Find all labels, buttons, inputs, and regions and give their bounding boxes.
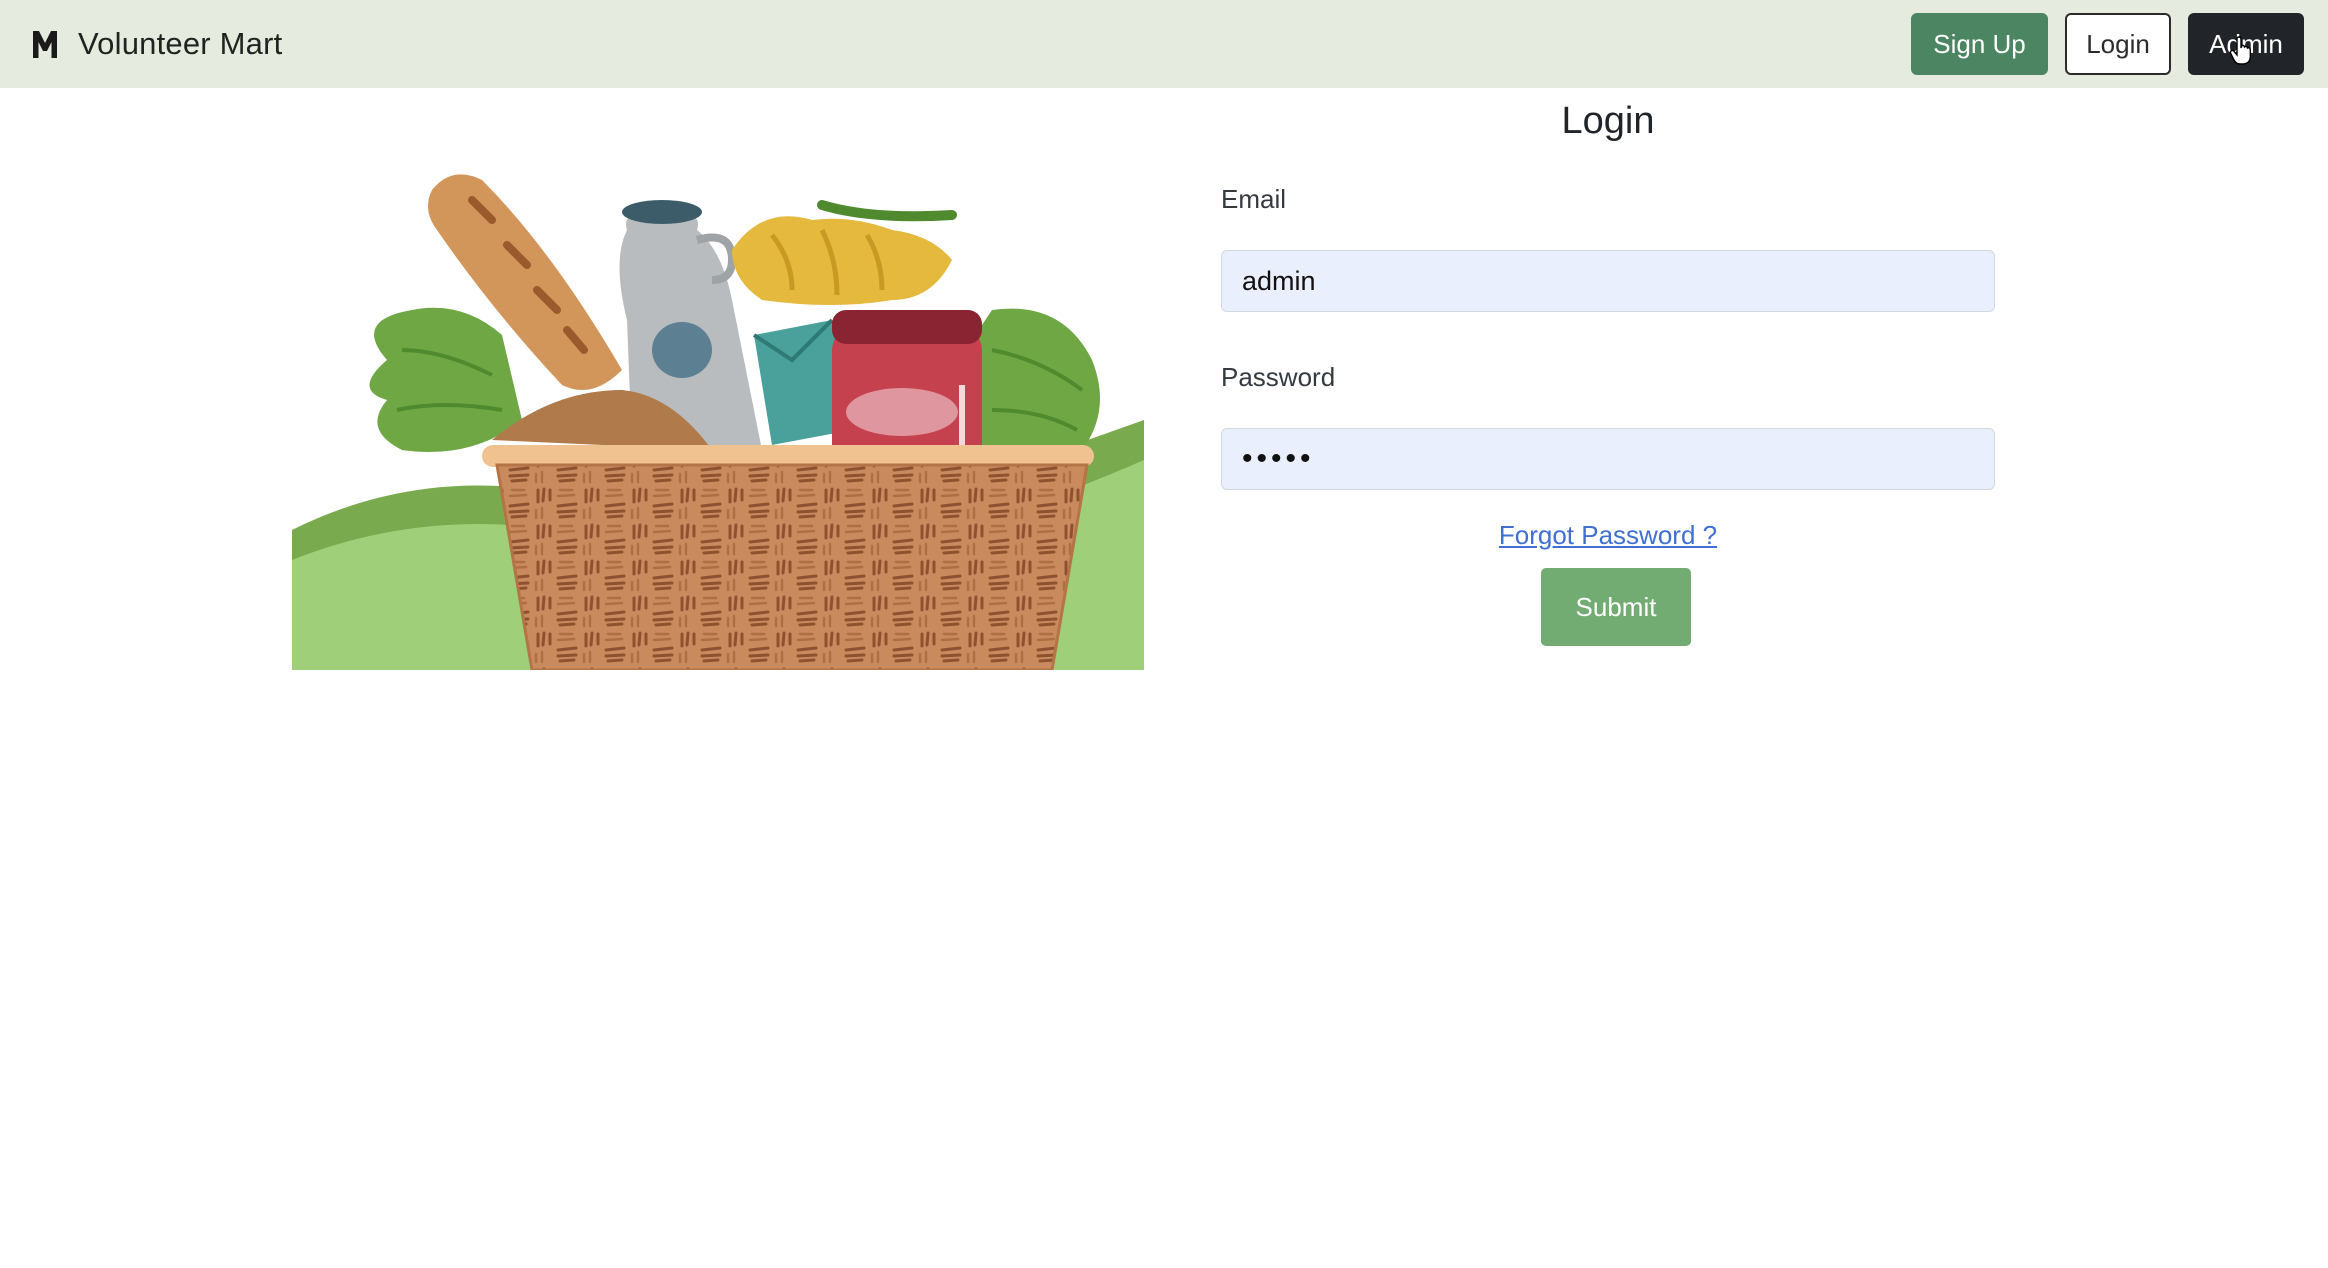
login-title: Login xyxy=(1561,100,1655,142)
forgot-password-link[interactable]: Forgot Password ? xyxy=(1221,520,1995,551)
signup-button[interactable]: Sign Up xyxy=(1911,13,2048,75)
password-label: Password xyxy=(1221,362,1336,392)
m-logo-icon xyxy=(33,31,57,58)
login-button[interactable]: Login xyxy=(2065,13,2171,75)
basket-image xyxy=(292,174,1144,670)
hand-cursor-icon xyxy=(2229,36,2251,65)
password-field[interactable] xyxy=(1221,428,1995,490)
brand-home-link[interactable]: Volunteer Mart xyxy=(32,26,282,62)
email-field[interactable] xyxy=(1221,250,1995,312)
grocery-basket-illustration xyxy=(292,160,1144,670)
email-label: Email xyxy=(1221,184,1287,214)
admin-button[interactable]: Admin xyxy=(2188,13,2304,75)
top-navbar: Volunteer Mart Sign Up Login Admin xyxy=(0,0,2328,88)
submit-button[interactable]: Submit xyxy=(1541,568,1691,646)
brand-name: Volunteer Mart xyxy=(78,26,283,61)
nav-actions: Sign Up Login Admin xyxy=(1911,13,2304,75)
